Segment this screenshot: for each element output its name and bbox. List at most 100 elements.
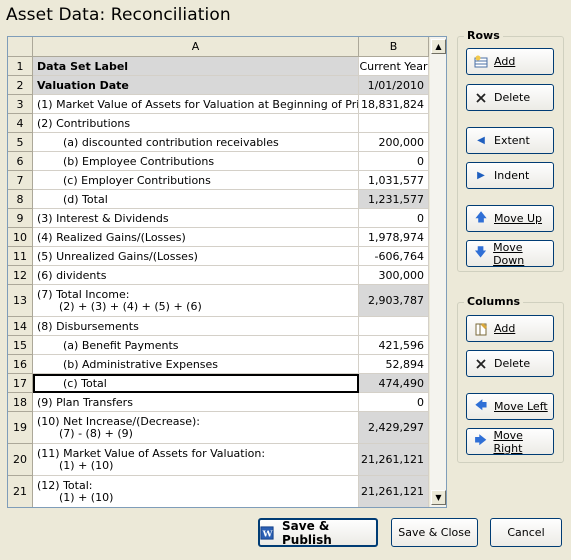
cell-a[interactable]: (6) dividents (33, 266, 359, 285)
indent-button[interactable]: ▶ Indent (466, 162, 554, 189)
row-number[interactable]: 5 (8, 133, 33, 152)
cell-a[interactable]: (4) Realized Gains/(Losses) (33, 228, 359, 247)
row-number[interactable]: 14 (8, 317, 33, 336)
cancel-button[interactable]: Cancel (490, 518, 562, 547)
row-number[interactable]: 6 (8, 152, 33, 171)
cell-a[interactable]: (c) Employer Contributions (33, 171, 359, 190)
cell-b[interactable]: -606,764 (359, 247, 429, 266)
cell-b[interactable]: 52,894 (359, 355, 429, 374)
save-publish-button[interactable]: W Save & Publish (258, 518, 378, 547)
cell-a[interactable]: (b) Employee Contributions (33, 152, 359, 171)
cell-b[interactable] (359, 317, 429, 336)
cell-b[interactable] (359, 114, 429, 133)
extent-button[interactable]: ◀ Extent (466, 127, 554, 154)
cell-a[interactable]: (10) Net Increase/(Decrease): (7) - (8) … (33, 412, 359, 444)
row-number[interactable]: 10 (8, 228, 33, 247)
arrow-left-icon: ◀ (477, 135, 485, 146)
cell-a[interactable]: Valuation Date (33, 76, 359, 95)
cell-b[interactable]: 0 (359, 209, 429, 228)
row-number[interactable]: 15 (8, 336, 33, 355)
row-number[interactable]: 18 (8, 393, 33, 412)
add-row-button[interactable]: Add (466, 48, 554, 75)
cell-a[interactable]: (11) Market Value of Assets for Valuatio… (33, 444, 359, 476)
cell-b[interactable]: 1/01/2010 (359, 76, 429, 95)
cell-a-line1: (7) Total Income: (37, 287, 130, 301)
delete-column-button[interactable]: Delete (466, 350, 554, 377)
cell-a-selected[interactable]: (c) Total (33, 374, 359, 393)
cell-a[interactable]: (9) Plan Transfers (33, 393, 359, 412)
save-close-button[interactable]: Save & Close (391, 518, 478, 547)
row-number[interactable]: 11 (8, 247, 33, 266)
cell-b[interactable]: 1,978,974 (359, 228, 429, 247)
cell-b[interactable]: 1,231,577 (359, 190, 429, 209)
row-number[interactable]: 17 (8, 374, 33, 393)
arrow-up-icon: 🡅 (474, 210, 488, 224)
scroll-up-arrow-icon[interactable]: ▲ (431, 39, 446, 54)
arrow-left-icon: 🡄 (474, 398, 488, 412)
grid-corner[interactable] (8, 37, 33, 57)
cell-b[interactable]: 474,490 (359, 374, 429, 393)
row-number[interactable]: 8 (8, 190, 33, 209)
cell-a[interactable]: (5) Unrealized Gains/(Losses) (33, 247, 359, 266)
row-number[interactable]: 4 (8, 114, 33, 133)
rows-group-title: Rows (464, 29, 503, 42)
columns-group-title: Columns (464, 295, 524, 308)
table-row: 17 (c) Total 474,490 (8, 374, 429, 393)
cell-a[interactable]: (8) Disbursements (33, 317, 359, 336)
move-left-button[interactable]: 🡄 Move Left (466, 393, 554, 420)
spreadsheet-grid[interactable]: A B 1 Data Set Label Current Year 2 Valu… (7, 36, 447, 508)
cell-a[interactable]: Data Set Label (33, 57, 359, 76)
row-number[interactable]: 3 (8, 95, 33, 114)
row-number[interactable]: 1 (8, 57, 33, 76)
cell-b[interactable]: 200,000 (359, 133, 429, 152)
row-number[interactable]: 21 (8, 476, 33, 507)
cell-a[interactable]: (b) Administrative Expenses (33, 355, 359, 374)
cell-b[interactable]: 300,000 (359, 266, 429, 285)
cell-a-line2: (2) + (3) + (4) + (5) + (6) (59, 299, 202, 313)
row-number[interactable]: 7 (8, 171, 33, 190)
cell-b[interactable]: 421,596 (359, 336, 429, 355)
add-row-icon (474, 55, 488, 69)
move-up-button[interactable]: 🡅 Move Up (466, 205, 554, 232)
cell-a[interactable]: (12) Total: (1) + (10) (33, 476, 359, 507)
cell-b[interactable]: 2,903,787 (359, 285, 429, 317)
cell-b[interactable]: 21,261,121 (359, 444, 429, 476)
table-row: 18 (9) Plan Transfers 0 (8, 393, 429, 412)
cell-a[interactable]: (d) Total (33, 190, 359, 209)
row-number[interactable]: 13 (8, 285, 33, 317)
move-right-button[interactable]: 🡆 Move Right (466, 428, 554, 455)
cell-a[interactable]: (2) Contributions (33, 114, 359, 133)
cell-b[interactable]: 18,831,824 (359, 95, 429, 114)
table-row: 21 (12) Total: (1) + (10) 21,261,121 (8, 476, 429, 507)
table-row: 8 (d) Total 1,231,577 (8, 190, 429, 209)
cell-b[interactable]: 21,261,121 (359, 476, 429, 507)
cell-a-line2: (7) - (8) + (9) (59, 426, 133, 440)
indent-label: Indent (494, 169, 530, 182)
move-down-button[interactable]: 🡇 Move Down (466, 240, 554, 267)
delete-row-button[interactable]: Delete (466, 84, 554, 111)
row-number[interactable]: 9 (8, 209, 33, 228)
cell-b[interactable]: 1,031,577 (359, 171, 429, 190)
row-number[interactable]: 20 (8, 444, 33, 476)
cell-b[interactable]: Current Year (359, 57, 429, 76)
row-number[interactable]: 19 (8, 412, 33, 444)
cell-b[interactable]: 2,429,297 (359, 412, 429, 444)
cell-a[interactable]: (a) discounted contribution receivables (33, 133, 359, 152)
row-number[interactable]: 16 (8, 355, 33, 374)
cell-a[interactable]: (3) Interest & Dividends (33, 209, 359, 228)
cell-a[interactable]: (7) Total Income: (2) + (3) + (4) + (5) … (33, 285, 359, 317)
cell-a[interactable]: (a) Benefit Payments (33, 336, 359, 355)
cell-a[interactable]: (1) Market Value of Assets for Valuation… (33, 95, 359, 114)
vertical-scrollbar[interactable]: ▲ ▼ (429, 37, 446, 507)
cell-a-line2: (1) + (10) (59, 490, 114, 504)
column-header-b[interactable]: B (359, 37, 429, 57)
scroll-down-arrow-icon[interactable]: ▼ (431, 490, 446, 505)
cell-b[interactable]: 0 (359, 393, 429, 412)
row-number[interactable]: 12 (8, 266, 33, 285)
table-row: 6 (b) Employee Contributions 0 (8, 152, 429, 171)
column-header-a[interactable]: A (33, 37, 359, 57)
row-number[interactable]: 2 (8, 76, 33, 95)
cell-b[interactable]: 0 (359, 152, 429, 171)
add-column-button[interactable]: Add (466, 315, 554, 342)
add-column-icon (474, 322, 488, 336)
